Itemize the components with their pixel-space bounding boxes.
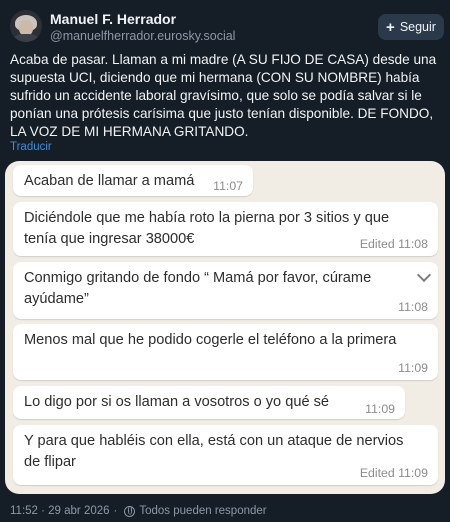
plus-icon: +: [386, 18, 395, 36]
reply-setting: Todos pueden responder: [139, 505, 267, 517]
chat-screenshot-image[interactable]: Acaban de llamar a mamá 11:07 Diciéndole…: [5, 161, 445, 494]
chat-message-time: 11:09: [398, 361, 428, 375]
post-datetime[interactable]: 11:52 · 29 abr 2026: [10, 505, 110, 517]
translate-link[interactable]: Traducir: [10, 141, 52, 153]
chat-message-time: Edited 11:08: [359, 237, 428, 251]
chat-message-time: Edited 11:09: [359, 466, 428, 480]
chat-message: Conmigo gritando de fondo “ Mamá por fav…: [13, 262, 438, 319]
chat-message-time: 11:09: [365, 402, 395, 416]
chat-message: Menos mal que he podido cogerle el teléf…: [13, 324, 438, 380]
author-name[interactable]: Manuel F. Herrador: [50, 11, 176, 27]
chat-message: Diciéndole que me había roto la pierna p…: [13, 202, 438, 256]
chevron-down-icon[interactable]: [416, 267, 432, 283]
chat-message-text: Acaban de llamar a mamá: [24, 173, 195, 189]
chat-message-time: 11:08: [398, 300, 428, 314]
avatar-body: [14, 34, 38, 42]
author-handle[interactable]: @manuelfherrador.eurosky.social: [50, 29, 235, 43]
chat-message-text: Y para que habléis con ella, está con un…: [24, 433, 404, 470]
post-text: Acaba de pasar. Llaman a mi madre (A SU …: [10, 52, 437, 139]
follow-button-label: Seguir: [399, 20, 436, 34]
follow-button[interactable]: + Seguir: [378, 14, 444, 40]
chat-message: Lo digo por si os llaman a vosotros o yo…: [13, 386, 405, 419]
chat-message: Y para que habléis con ella, está con un…: [13, 425, 438, 485]
author-avatar[interactable]: [10, 10, 42, 42]
chat-message-time: 11:07: [213, 179, 243, 193]
chat-message-text: Menos mal que he podido cogerle el teléf…: [24, 332, 397, 348]
chat-message-text: Lo digo por si os llaman a vosotros o yo…: [24, 394, 330, 410]
post-footer: 11:52 · 29 abr 2026 · Todos pueden respo…: [10, 505, 267, 517]
chat-message: Acaban de llamar a mamá 11:07: [13, 165, 253, 196]
footer-separator: ·: [113, 505, 118, 517]
chat-message-text: Conmigo gritando de fondo “ Mamá por fav…: [24, 270, 372, 307]
globe-icon: [124, 505, 136, 517]
